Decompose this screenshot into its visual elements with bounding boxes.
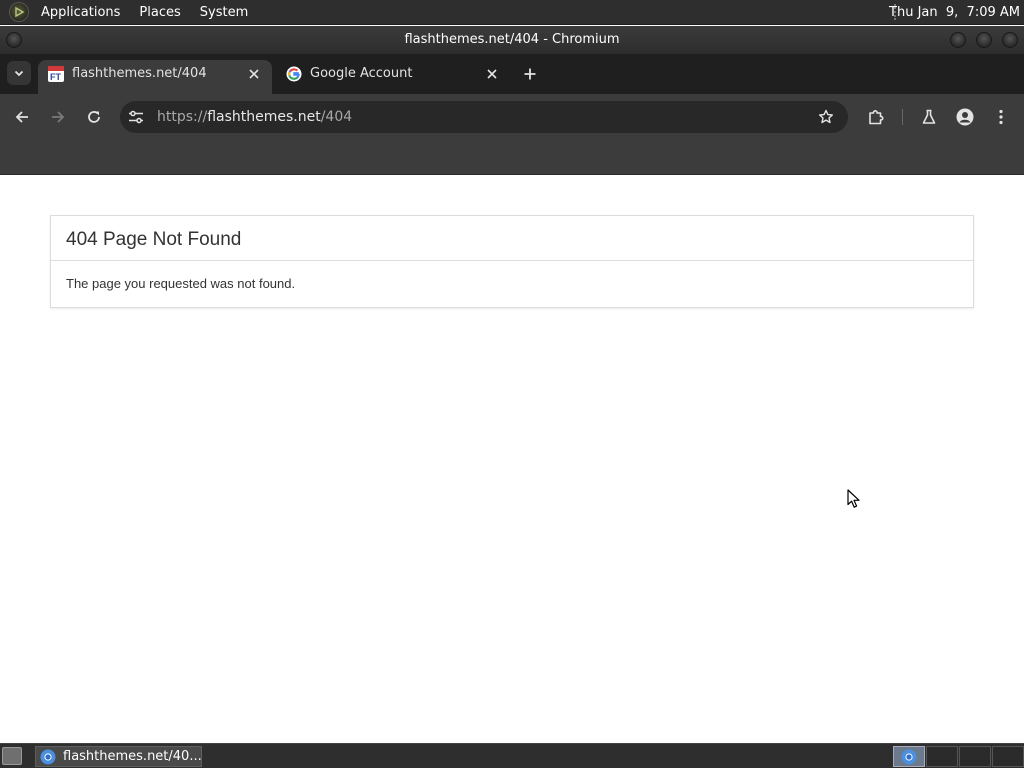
- show-desktop-button[interactable]: [2, 747, 22, 765]
- arrow-right-icon: [52, 111, 65, 123]
- plus-icon: [524, 68, 536, 80]
- chevron-down-icon: [14, 70, 24, 77]
- puzzle-icon: [869, 110, 884, 125]
- reload-icon: [88, 111, 100, 123]
- clock[interactable]: Thu Jan 9, 7:09 AM: [889, 0, 1020, 25]
- web-page: 404 Page Not Found The page you requeste…: [0, 175, 1024, 743]
- places-menu[interactable]: Places: [132, 0, 187, 25]
- address-bar[interactable]: https://flashthemes.net/404: [120, 101, 848, 133]
- error-panel: 404 Page Not Found The page you requeste…: [50, 215, 974, 308]
- top-panel: Applications Places System Thu Jan 9, 7:…: [0, 0, 1024, 25]
- svg-text:FT: FT: [50, 72, 61, 82]
- back-button[interactable]: [8, 103, 36, 131]
- system-menu[interactable]: System: [193, 0, 255, 25]
- workspace-3[interactable]: [959, 746, 991, 767]
- extensions-button[interactable]: [862, 103, 890, 131]
- site-settings-icon[interactable]: [128, 109, 144, 125]
- workspace-2[interactable]: [926, 746, 958, 767]
- browser-toolbar: https://flashthemes.net/404: [0, 94, 1024, 140]
- maximize-button[interactable]: [976, 32, 992, 48]
- url-scheme: https://: [157, 109, 208, 125]
- close-window-button[interactable]: [1002, 32, 1018, 48]
- window-titlebar[interactable]: flashthemes.net/404 - Chromium: [0, 26, 1024, 54]
- tab-title: Google Account: [310, 66, 413, 81]
- mouse-cursor-icon: [847, 489, 860, 508]
- new-tab-button[interactable]: [518, 62, 542, 86]
- toolbar-separator: [902, 109, 903, 125]
- profile-button[interactable]: [951, 103, 979, 131]
- forward-button[interactable]: [44, 103, 72, 131]
- tab-search-button[interactable]: [7, 61, 31, 85]
- window-title: flashthemes.net/404 - Chromium: [404, 32, 620, 47]
- taskbar-window-label: flashthemes.net/40...: [63, 749, 202, 764]
- tab-flashthemes[interactable]: FT flashthemes.net/404: [38, 60, 272, 94]
- close-tab-icon[interactable]: [484, 66, 500, 82]
- chromium-icon: [40, 749, 56, 765]
- close-tab-icon[interactable]: [246, 66, 262, 82]
- url-host: flashthemes.net: [207, 109, 321, 125]
- tab-title: flashthemes.net/404: [72, 66, 207, 81]
- google-g-icon: [286, 66, 302, 82]
- flask-icon: [922, 109, 936, 124]
- window-menu-button[interactable]: [6, 32, 22, 48]
- error-message: The page you requested was not found.: [66, 276, 296, 291]
- chrome-menu-button[interactable]: [987, 103, 1015, 131]
- kebab-menu-icon: [999, 109, 1003, 125]
- ft-logo-icon: FT: [48, 66, 64, 82]
- url-path: /404: [320, 109, 353, 125]
- tab-strip: FT flashthemes.net/404 Google Account: [0, 54, 1024, 94]
- bottom-taskbar: flashthemes.net/40...: [0, 743, 1024, 768]
- avatar-icon: [956, 108, 974, 126]
- workspace-1[interactable]: [893, 746, 925, 767]
- bookmark-bar: [0, 140, 1024, 175]
- tab-google-account[interactable]: Google Account: [276, 60, 510, 94]
- reload-button[interactable]: [80, 103, 108, 131]
- error-heading: 404 Page Not Found: [51, 216, 973, 261]
- workspace-4[interactable]: [992, 746, 1024, 767]
- bookmark-star-icon[interactable]: [818, 109, 834, 125]
- labs-button[interactable]: [915, 103, 943, 131]
- arrow-left-icon: [15, 111, 28, 123]
- applications-menu[interactable]: Applications: [34, 0, 127, 25]
- minimize-button[interactable]: [950, 32, 966, 48]
- url-text[interactable]: https://flashthemes.net/404: [157, 101, 352, 133]
- taskbar-window-chromium[interactable]: flashthemes.net/40...: [35, 746, 202, 767]
- distro-logo-icon[interactable]: [9, 2, 29, 22]
- chromium-icon: [901, 749, 917, 765]
